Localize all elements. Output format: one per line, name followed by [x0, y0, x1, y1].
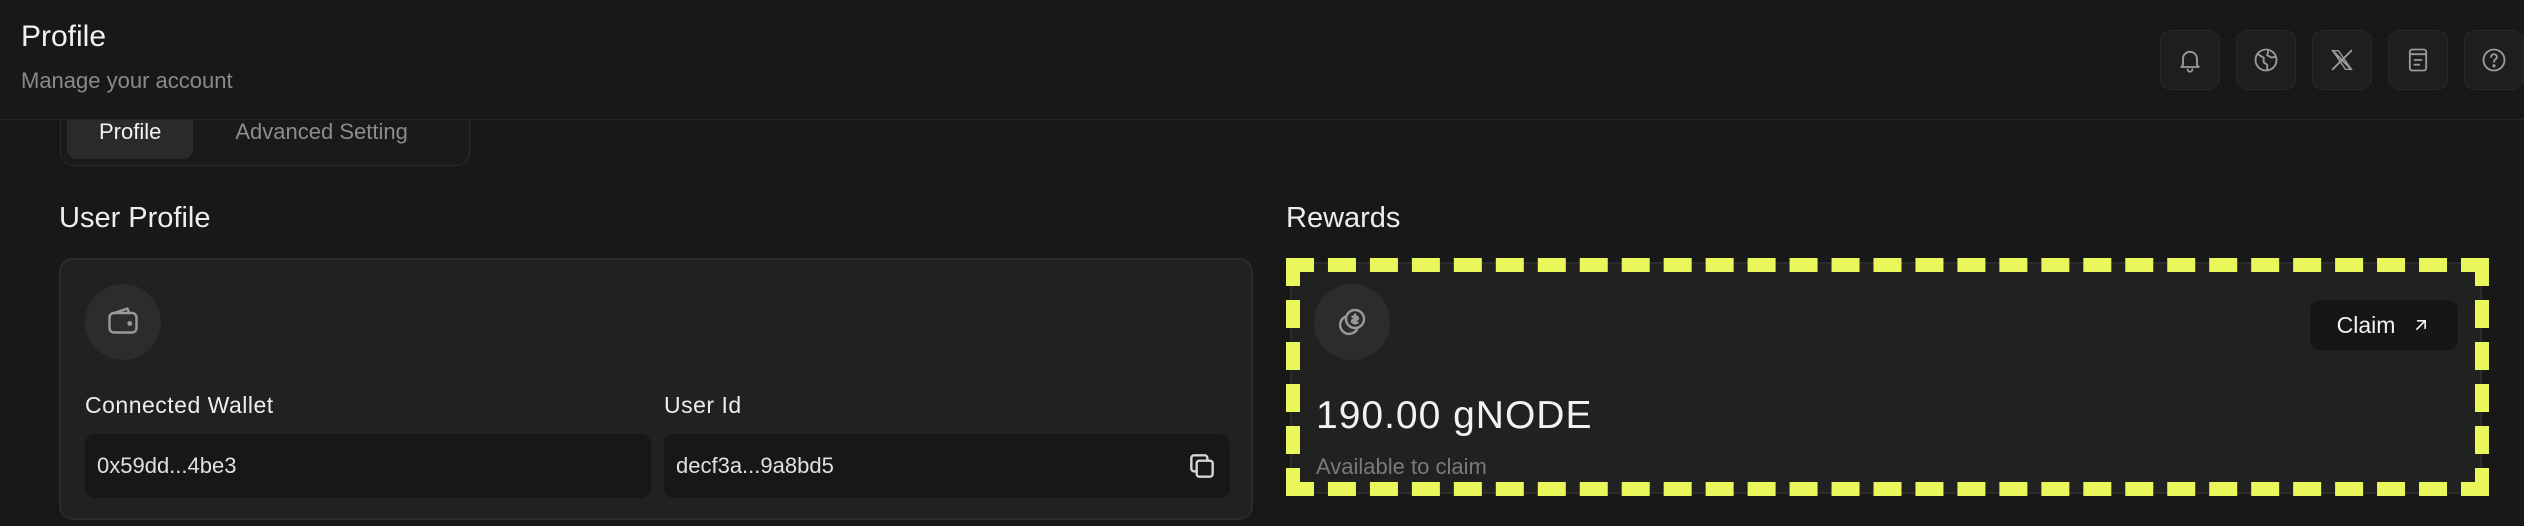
connected-wallet-field: 0x59dd...4be3 [85, 434, 651, 498]
user-profile-title: User Profile [59, 202, 211, 234]
connected-wallet-value: 0x59dd...4be3 [97, 453, 237, 478]
page-subtitle: Manage your account [21, 68, 233, 93]
bell-icon [2180, 50, 2200, 73]
docs-icon [2408, 48, 2428, 72]
notifications-button[interactable] [2160, 30, 2220, 90]
x-logo-icon [2331, 49, 2353, 71]
website-button[interactable] [2236, 30, 2296, 90]
page-title: Profile [21, 20, 107, 53]
coins-icon-badge [1314, 284, 1390, 360]
user-profile-card: Connected Wallet 0x59dd...4be3 User Id d… [59, 258, 1253, 520]
copy-icon[interactable] [1186, 450, 1218, 482]
reward-amount: 190.00 gNODE [1316, 394, 1593, 437]
reward-caption: Available to claim [1316, 454, 1487, 479]
wallet-icon [108, 307, 138, 334]
user-id-value: decf3a...9a8bd5 [676, 453, 834, 478]
header-icon-bar [2160, 30, 2524, 90]
x-social-button[interactable] [2312, 30, 2372, 90]
help-button[interactable] [2464, 30, 2524, 90]
user-id-field: decf3a...9a8bd5 [664, 434, 1230, 498]
globe-icon [2254, 48, 2278, 72]
rewards-title: Rewards [1286, 202, 1401, 234]
wallet-icon-badge [85, 284, 161, 360]
arrow-up-right-icon [2416, 320, 2427, 330]
coins-icon [1338, 308, 1366, 336]
user-id-label: User Id [664, 392, 742, 418]
page-header: Profile Manage your account [0, 0, 2524, 120]
rewards-card: Claim 190.00 gNODE Available to claim [1290, 262, 2482, 494]
docs-button[interactable] [2388, 30, 2448, 90]
claim-button-label: Claim [2336, 311, 2396, 338]
help-icon [2482, 48, 2506, 72]
claim-button[interactable]: Claim [2310, 300, 2458, 350]
connected-wallet-label: Connected Wallet [85, 392, 274, 418]
